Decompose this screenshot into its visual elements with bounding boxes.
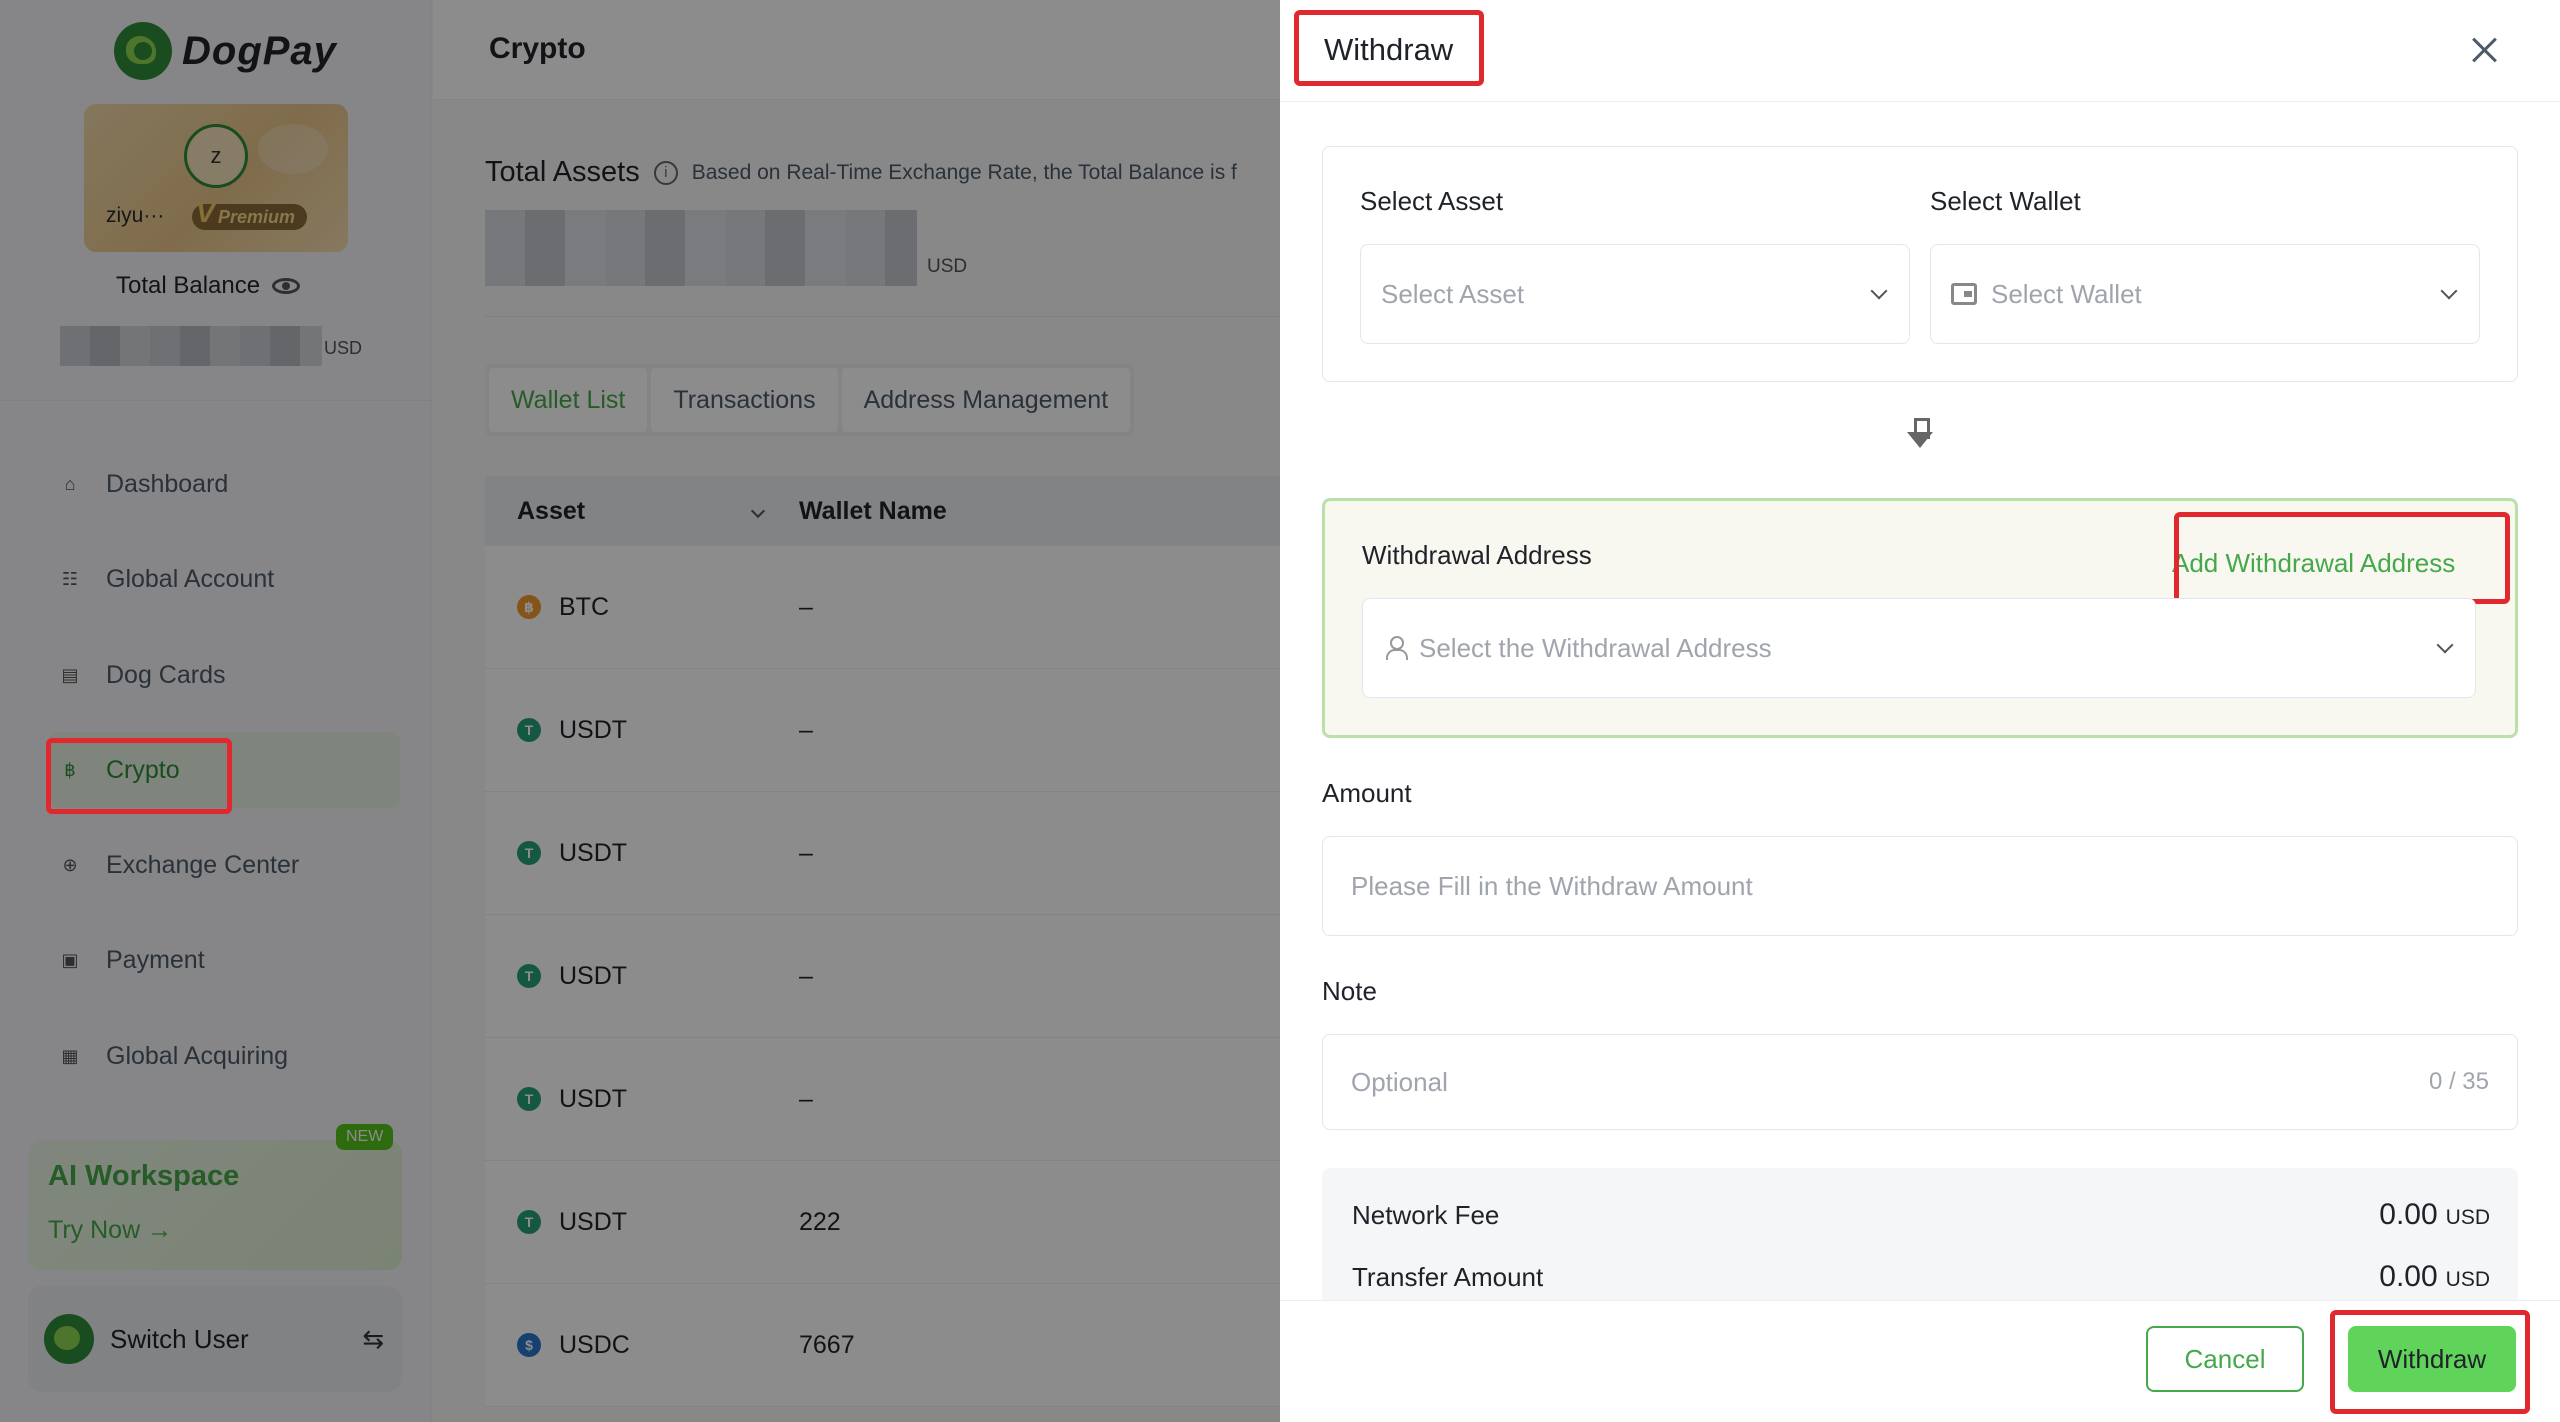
- note-label: Note: [1322, 976, 1377, 1006]
- wallet-icon: [1951, 283, 1977, 305]
- amount-placeholder: Please Fill in the Withdraw Amount: [1351, 870, 1753, 901]
- network-fee-label: Network Fee: [1352, 1200, 1500, 1230]
- network-fee-value: 0.00 USD: [2379, 1198, 2490, 1232]
- withdrawal-address-placeholder: Select the Withdrawal Address: [1419, 632, 1772, 663]
- network-fee-amount: 0.00: [2379, 1198, 2438, 1231]
- select-wallet-placeholder: Select Wallet: [1991, 278, 2142, 309]
- person-icon: [1385, 636, 1408, 660]
- close-icon[interactable]: [2466, 32, 2502, 68]
- note-placeholder: Optional: [1351, 1066, 1448, 1097]
- transfer-amount: 0.00: [2379, 1260, 2438, 1293]
- note-char-counter: 0 / 35: [2428, 1068, 2489, 1095]
- select-wallet-label: Select Wallet: [1930, 186, 2081, 216]
- amount-label: Amount: [1322, 778, 1412, 808]
- note-input[interactable]: Optional 0 / 35: [1322, 1034, 2518, 1130]
- chevron-down-icon: [2436, 636, 2454, 654]
- withdrawal-address-label: Withdrawal Address: [1362, 540, 1592, 570]
- chevron-down-icon: [1870, 282, 1888, 300]
- withdrawal-address-dropdown[interactable]: Select the Withdrawal Address: [1362, 598, 2476, 698]
- fee-summary: Network Fee 0.00 USD Transfer Amount 0.00…: [1322, 1168, 2518, 1300]
- withdraw-drawer: Withdraw Select Asset Select Wallet Sele…: [1280, 0, 2560, 1422]
- drawer-title: Withdraw: [1324, 32, 1454, 67]
- currency-unit: USD: [2445, 1268, 2490, 1291]
- select-asset-label: Select Asset: [1360, 186, 1504, 216]
- select-asset-placeholder: Select Asset: [1381, 278, 1525, 309]
- select-asset-dropdown[interactable]: Select Asset: [1360, 244, 1910, 344]
- withdraw-button[interactable]: Withdraw: [2348, 1326, 2516, 1392]
- add-withdrawal-address-link[interactable]: Add Withdrawal Address: [2172, 548, 2455, 579]
- modal-overlay[interactable]: [0, 0, 1280, 1422]
- drawer-header: Withdraw: [1280, 0, 2560, 102]
- chevron-down-icon: [2440, 282, 2458, 300]
- arrow-down-icon: [1906, 418, 1934, 452]
- transfer-amount-value: 0.00 USD: [2379, 1260, 2490, 1294]
- currency-unit: USD: [2445, 1206, 2490, 1229]
- cancel-button[interactable]: Cancel: [2146, 1326, 2304, 1392]
- amount-input[interactable]: Please Fill in the Withdraw Amount: [1322, 836, 2518, 936]
- select-wallet-dropdown[interactable]: Select Wallet: [1930, 244, 2480, 344]
- transfer-amount-label: Transfer Amount: [1352, 1262, 1544, 1292]
